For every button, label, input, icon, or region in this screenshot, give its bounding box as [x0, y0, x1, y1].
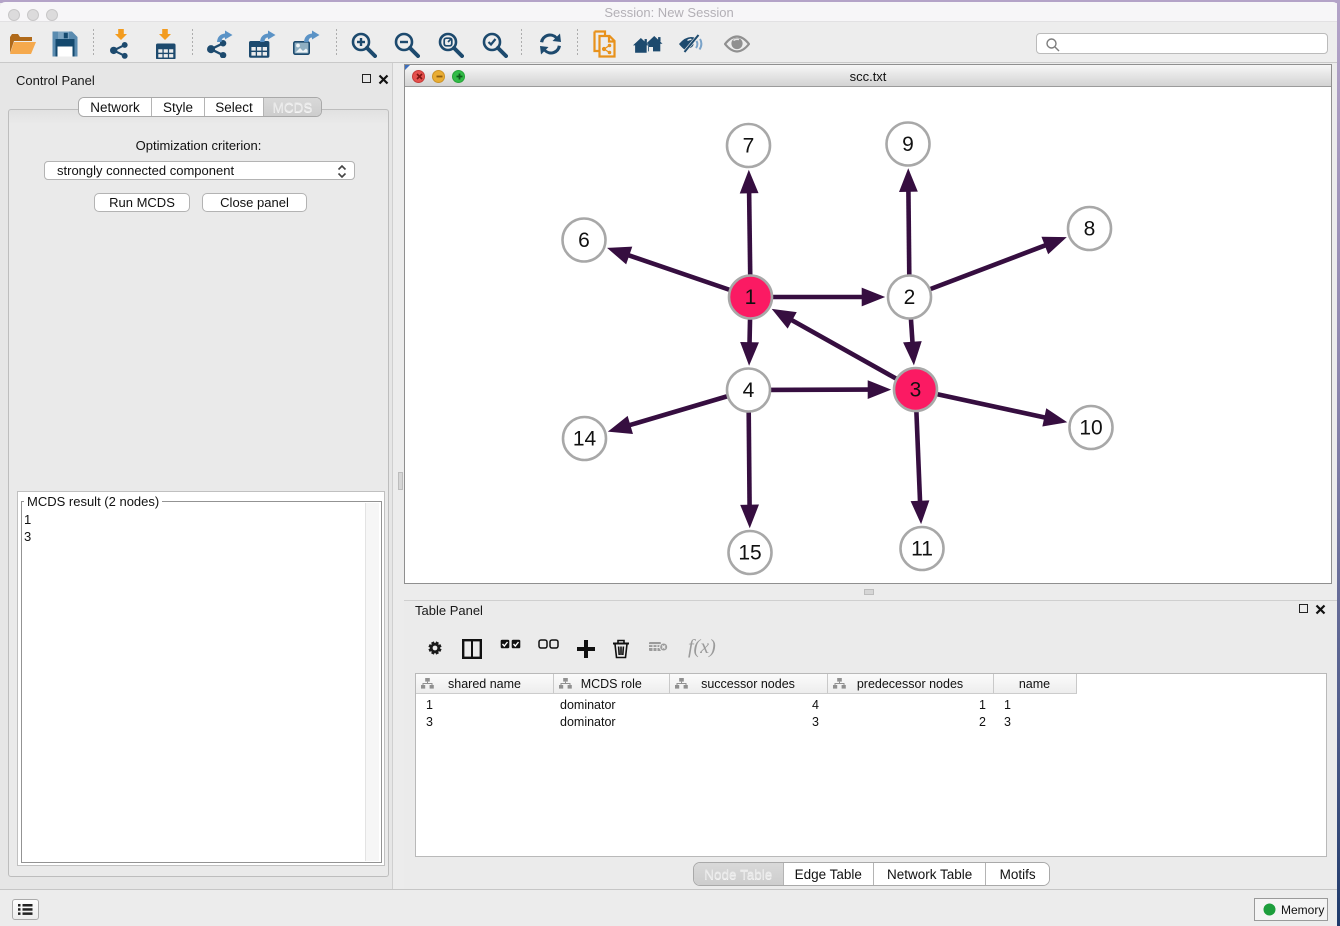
svg-text:3: 3: [910, 379, 922, 402]
svg-text:11: 11: [911, 538, 933, 561]
svg-text:4: 4: [743, 379, 755, 402]
svg-text:8: 8: [1084, 218, 1096, 241]
svg-text:1: 1: [745, 286, 757, 309]
svg-text:15: 15: [738, 542, 761, 565]
svg-text:14: 14: [573, 428, 597, 451]
svg-text:2: 2: [904, 286, 916, 309]
svg-text:10: 10: [1079, 417, 1102, 440]
svg-text:9: 9: [902, 133, 914, 156]
svg-text:7: 7: [743, 135, 755, 158]
svg-text:6: 6: [578, 229, 590, 252]
